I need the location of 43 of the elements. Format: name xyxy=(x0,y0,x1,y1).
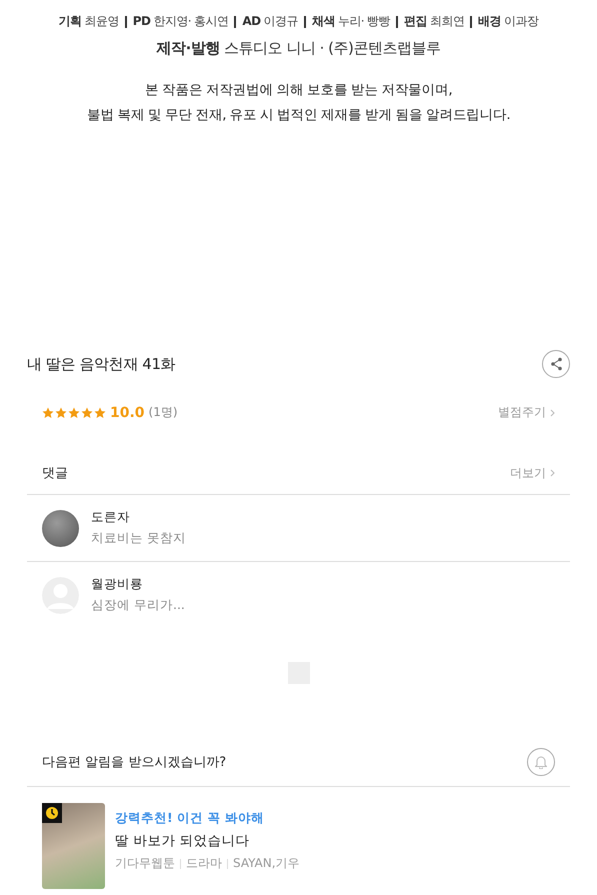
comic-meta: SAYAN,기우 xyxy=(233,855,300,872)
rating-score: 10.0 xyxy=(110,404,145,420)
comment-text: 심장에 무리가... xyxy=(91,597,185,614)
comic-meta: 기다무웹툰 xyxy=(115,855,175,872)
credit-text: 기획 최윤영 xyxy=(58,13,119,30)
episode-title: 내 딸은 음악천재 41화 xyxy=(27,354,176,374)
comments-heading: 댓글 xyxy=(42,465,68,482)
production-credit: 제작·발행 스튜디오 니니 · (주)콘텐츠랩블루 xyxy=(155,39,442,58)
copyright-notice: 불법 복제 및 무단 전재, 유포 시 법적인 제재를 받게 됨을 알려드립니다. xyxy=(86,106,512,125)
comic-cover-placeholder[interactable] xyxy=(42,803,105,889)
share-button[interactable] xyxy=(542,350,570,378)
share-icon xyxy=(550,357,562,371)
credit-text: 편집 최희연 xyxy=(404,13,464,30)
credit-text: AD 이경규 xyxy=(242,13,298,30)
rating-count: (1명) xyxy=(148,404,178,421)
star-icon xyxy=(42,406,54,418)
star-icon xyxy=(81,406,93,418)
credit-text: 배경 이과장 xyxy=(478,13,538,30)
star-icon xyxy=(94,406,106,418)
recommendation-tag: 강력추천! 이건 꼭 봐야해 xyxy=(115,810,300,827)
copyright-notice: 본 작품은 저작권법에 의해 보호를 받는 저작물이며, xyxy=(144,81,454,100)
chevron-icon xyxy=(550,469,555,477)
comment-author: 월광비룡 xyxy=(91,576,144,593)
separator xyxy=(396,16,398,28)
comment-author: 도른자 xyxy=(91,509,131,526)
comic-meta: 드라마 xyxy=(186,855,222,872)
star-icon xyxy=(55,406,67,418)
separator xyxy=(124,16,127,28)
more-link[interactable]: 더보기 xyxy=(510,464,555,482)
credit-text: PD 한지영· 홍시연 xyxy=(132,13,228,30)
clock-icon xyxy=(42,803,62,823)
separator xyxy=(470,16,472,28)
bell-icon xyxy=(535,755,547,769)
star-icon xyxy=(68,406,80,418)
separator xyxy=(234,16,236,28)
notify-prompt: 다음편 알림을 받으시겠습니까? xyxy=(42,754,226,771)
credit-text: 채색 누리· 빵빵 xyxy=(312,13,390,30)
comment-text: 치료비는 못참지 xyxy=(91,530,186,547)
comic-title[interactable]: 딸 바보가 되었습니다 xyxy=(115,832,300,850)
rate-link[interactable]: 별점주기 xyxy=(498,404,555,421)
chevron-icon xyxy=(550,408,555,416)
separator xyxy=(304,16,306,28)
avatar-photo xyxy=(42,510,79,546)
